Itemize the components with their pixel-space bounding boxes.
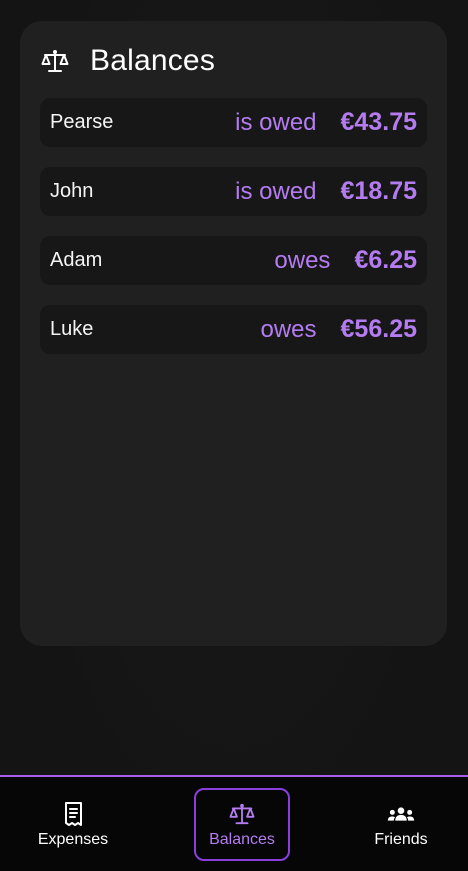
receipt-icon — [59, 801, 87, 827]
balance-status: is owed — [235, 177, 317, 205]
balances-list: Pearse is owed €43.75 John is owed €18.7… — [40, 98, 427, 374]
group-icon — [387, 801, 415, 827]
nav-expenses[interactable]: Expenses — [25, 788, 121, 861]
app-screen: Balances Pearse is owed €43.75 John is o… — [0, 0, 468, 871]
balance-status: owes — [260, 315, 317, 343]
nav-label: Expenses — [37, 830, 109, 848]
nav-friends[interactable]: Friends — [353, 788, 449, 861]
person-name: Adam — [50, 249, 103, 271]
nav-label: Balances — [209, 830, 275, 848]
balance-row-pearse[interactable]: Pearse is owed €43.75 — [40, 98, 427, 147]
balance-amount: €6.25 — [354, 246, 417, 274]
person-name: John — [50, 180, 94, 202]
bottom-nav: Expenses Balances Friends — [0, 775, 468, 871]
nav-label: Friends — [374, 830, 428, 848]
nav-balances[interactable]: Balances — [194, 788, 290, 861]
balance-status: owes — [274, 246, 331, 274]
page-title: Balances — [90, 44, 216, 77]
balance-amount: €56.25 — [340, 315, 417, 343]
balance-row-john[interactable]: John is owed €18.75 — [40, 167, 427, 216]
balances-card: Balances Pearse is owed €43.75 John is o… — [20, 21, 447, 646]
balance-amount: €43.75 — [340, 108, 417, 136]
balance-row-luke[interactable]: Luke owes €56.25 — [40, 305, 427, 354]
balance-row-adam[interactable]: Adam owes €6.25 — [40, 236, 427, 285]
person-name: Pearse — [50, 111, 114, 133]
scale-icon — [228, 801, 256, 827]
person-name: Luke — [50, 318, 94, 340]
balance-status: is owed — [235, 108, 317, 136]
balance-amount: €18.75 — [340, 177, 417, 205]
card-header: Balances — [40, 41, 215, 81]
scale-icon — [40, 46, 70, 76]
